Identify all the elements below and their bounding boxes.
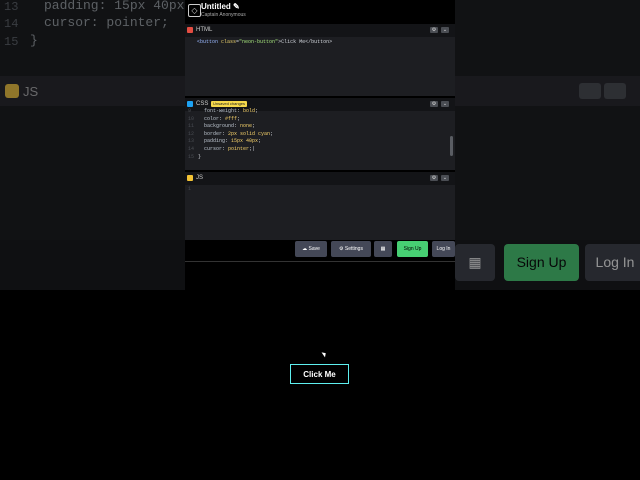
gear-icon[interactable]: ⚙ — [430, 101, 438, 107]
signup-button[interactable]: Sign Up — [397, 241, 428, 257]
bg-signup-button: Sign Up — [504, 244, 579, 281]
js-badge-icon — [187, 175, 193, 181]
codepen-logo-icon[interactable]: ◇ — [188, 4, 201, 17]
codepen-editor: ◇ Untitled ✎ Captain Anonymous HTML ⚙ ⌄ … — [185, 0, 455, 480]
bg-line-number: 13 — [4, 0, 19, 14]
settings-button[interactable]: ⚙ Settings — [331, 241, 371, 257]
bg-line-number: 14 — [4, 17, 19, 31]
layout-icon[interactable]: ▦ — [374, 241, 392, 257]
js-pane-bar: JS ⚙ ⌄ — [185, 172, 455, 185]
editor-header: ◇ Untitled ✎ Captain Anonymous — [185, 0, 455, 22]
bg-code-line: } — [30, 33, 38, 48]
js-code[interactable]: 1 — [188, 186, 198, 194]
unsaved-changes-badge[interactable]: Unsaved changes — [211, 101, 248, 107]
gear-icon[interactable]: ⚙ — [430, 27, 438, 33]
bg-js-label: JS — [23, 84, 39, 99]
bg-code-line: cursor: pointer; — [44, 15, 169, 30]
css-badge-icon — [187, 101, 193, 107]
chevron-down-icon[interactable]: ⌄ — [441, 27, 449, 33]
bg-code-line: padding: 15px 40px; — [44, 0, 193, 13]
css-code[interactable]: 9 font-weight: bold; 10 color: #fff; 11 … — [188, 108, 273, 161]
bg-gear-icon — [579, 83, 601, 99]
chevron-down-icon[interactable]: ⌄ — [441, 175, 449, 181]
js-pane: JS ⚙ ⌄ 1 — [185, 172, 455, 240]
bg-login-button: Log In — [585, 244, 640, 281]
editor-toolbar: ☁ Save ⚙ Settings ▦ Sign Up Log In — [185, 240, 455, 260]
bg-js-badge-icon — [5, 84, 19, 98]
html-pane-bar: HTML ⚙ ⌄ — [185, 24, 455, 37]
pen-title[interactable]: Untitled ✎ — [201, 2, 240, 11]
bg-layout-icon: ▦ — [455, 244, 495, 281]
gear-icon: ⚙ — [339, 246, 344, 252]
css-pane: CSS Unsaved changes ⚙ ⌄ 9 font-weight: b… — [185, 98, 455, 170]
login-button[interactable]: Log In — [432, 241, 455, 257]
js-pane-label: JS — [196, 175, 204, 181]
pencil-icon[interactable]: ✎ — [233, 2, 240, 11]
css-pane-label: CSS — [196, 101, 209, 107]
pen-author: Captain Anonymous — [201, 12, 246, 18]
html-pane-label: HTML — [196, 27, 213, 33]
preview-divider — [185, 261, 455, 262]
css-scrollbar[interactable] — [450, 136, 453, 156]
bg-line-number: 15 — [4, 35, 19, 49]
html-code[interactable]: <button class="neon-button">Click Me</bu… — [197, 39, 332, 47]
save-button[interactable]: ☁ Save — [295, 241, 327, 257]
neon-click-me-button[interactable]: Click Me — [290, 364, 349, 384]
gear-icon[interactable]: ⚙ — [430, 175, 438, 181]
bg-chevron-down-icon — [604, 83, 626, 99]
html-pane: HTML ⚙ ⌄ <button class="neon-button">Cli… — [185, 24, 455, 96]
cloud-icon: ☁ — [302, 246, 308, 252]
chevron-down-icon[interactable]: ⌄ — [441, 101, 449, 107]
html-badge-icon — [187, 27, 193, 33]
